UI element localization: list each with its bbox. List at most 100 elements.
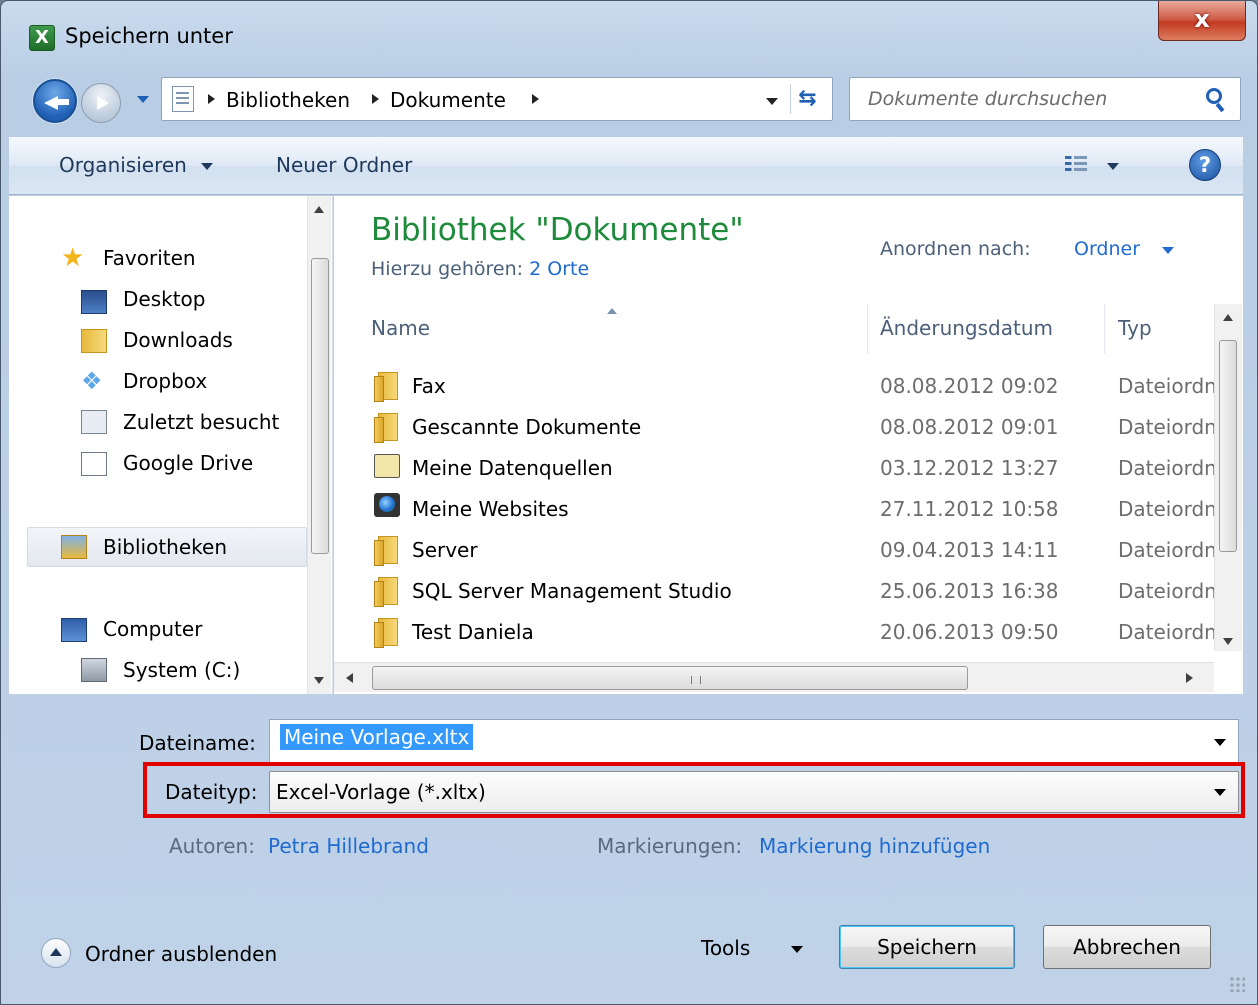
- resize-grip-icon[interactable]: [1229, 976, 1245, 992]
- file-name: Test Daniela: [412, 620, 534, 644]
- file-date: 27.11.2012 10:58: [880, 497, 1059, 521]
- arrange-by-label: Anordnen nach:: [880, 238, 1031, 260]
- scroll-up-icon[interactable]: [1223, 314, 1233, 321]
- table-row[interactable]: Test Daniela 20.06.2013 09:50 Dateiordne…: [334, 612, 1214, 652]
- authors-field[interactable]: Petra Hillebrand: [268, 834, 429, 858]
- downloads-icon: [81, 329, 107, 353]
- nav-item-system-drive[interactable]: System (C:): [123, 658, 240, 682]
- table-row[interactable]: SQL Server Management Studio 25.06.2013 …: [334, 571, 1214, 611]
- table-row[interactable]: Server 09.04.2013 14:11 Dateiordner: [334, 530, 1214, 570]
- excel-icon: X: [29, 25, 55, 51]
- search-icon[interactable]: [1206, 88, 1222, 104]
- file-date: 03.12.2012 13:27: [880, 456, 1059, 480]
- column-divider[interactable]: [1104, 304, 1105, 354]
- tags-label: Markierungen:: [597, 834, 743, 858]
- dropbox-icon: ❖: [81, 367, 103, 395]
- nav-item-recent[interactable]: Zuletzt besucht: [123, 410, 279, 434]
- file-list-scrollbar[interactable]: [1214, 304, 1242, 651]
- scroll-down-icon[interactable]: [314, 677, 324, 684]
- nav-item-dropbox[interactable]: Dropbox: [123, 369, 207, 393]
- chevron-down-icon[interactable]: [201, 163, 213, 170]
- save-as-dialog: X Speichern unter x Bibliotheken Dokumen…: [0, 0, 1258, 1005]
- save-button[interactable]: Speichern: [839, 925, 1015, 969]
- file-date: 08.08.2012 09:01: [880, 415, 1059, 439]
- file-date: 20.06.2013 09:50: [880, 620, 1059, 644]
- column-header-name[interactable]: Name: [371, 316, 430, 340]
- scroll-down-icon[interactable]: [1223, 638, 1233, 645]
- chevron-down-icon[interactable]: [1107, 163, 1119, 170]
- web-folder-icon: [374, 493, 400, 517]
- sort-ascending-icon: [607, 308, 617, 314]
- scroll-thumb[interactable]: [1219, 340, 1237, 552]
- nav-item-computer[interactable]: Computer: [103, 617, 202, 641]
- organize-button[interactable]: Organisieren: [59, 153, 187, 177]
- scroll-right-icon[interactable]: [1186, 673, 1193, 683]
- address-dropdown-icon[interactable]: [766, 98, 778, 105]
- hide-folders-button[interactable]: Ordner ausblenden: [85, 942, 277, 966]
- refresh-icon[interactable]: ⇆: [790, 84, 824, 114]
- chevron-up-icon[interactable]: [41, 938, 71, 968]
- column-header-type[interactable]: Typ: [1118, 316, 1152, 340]
- search-input[interactable]: Dokumente durchsuchen: [868, 88, 1107, 110]
- folder-icon: [374, 372, 400, 402]
- breadcrumb-separator-icon[interactable]: [372, 94, 379, 104]
- arrange-by-dropdown[interactable]: Ordner: [1074, 238, 1140, 260]
- scroll-thumb[interactable]: [311, 258, 329, 554]
- file-name: Meine Websites: [412, 497, 569, 521]
- file-name: Meine Datenquellen: [412, 456, 613, 480]
- file-date: 08.08.2012 09:02: [880, 374, 1059, 398]
- file-type: Dateiordner: [1118, 538, 1214, 562]
- breadcrumb-separator-icon[interactable]: [208, 94, 215, 104]
- forward-arrow-icon[interactable]: [81, 83, 121, 123]
- table-row[interactable]: Fax 08.08.2012 09:02 Dateiordner: [334, 366, 1214, 406]
- nav-scrollbar[interactable]: [307, 196, 331, 694]
- back-arrow-icon[interactable]: [33, 79, 77, 123]
- new-folder-button[interactable]: Neuer Ordner: [276, 153, 412, 177]
- includes-link[interactable]: 2 Orte: [529, 258, 589, 280]
- breadcrumb-libraries[interactable]: Bibliotheken: [226, 88, 350, 112]
- nav-item-downloads[interactable]: Downloads: [123, 328, 233, 352]
- tags-field[interactable]: Markierung hinzufügen: [759, 834, 990, 858]
- filename-field[interactable]: Meine Vorlage.xltx: [269, 719, 1239, 763]
- file-type: Dateiordner: [1118, 620, 1214, 644]
- nav-item-favorites[interactable]: Favoriten: [103, 246, 196, 270]
- view-options-icon[interactable]: [1065, 156, 1087, 174]
- table-row[interactable]: Gescannte Dokumente 08.08.2012 09:01 Dat…: [334, 407, 1214, 447]
- scroll-thumb[interactable]: [372, 666, 968, 690]
- file-type: Dateiordner: [1118, 456, 1214, 480]
- nav-item-desktop[interactable]: Desktop: [123, 287, 205, 311]
- help-icon[interactable]: ?: [1189, 149, 1221, 181]
- breadcrumb-separator-icon[interactable]: [532, 94, 539, 104]
- file-name: SQL Server Management Studio: [412, 579, 732, 603]
- file-type: Dateiordner: [1118, 415, 1214, 439]
- navigation-pane: ★ Favoriten Desktop Downloads ❖ Dropbox …: [9, 196, 333, 694]
- nav-item-libraries[interactable]: Bibliotheken: [103, 535, 227, 559]
- address-bar[interactable]: Bibliotheken Dokumente ⇆: [161, 77, 833, 121]
- libraries-icon: [61, 535, 87, 559]
- file-date: 25.06.2013 16:38: [880, 579, 1059, 603]
- chevron-down-icon[interactable]: [791, 946, 803, 953]
- horizontal-scrollbar[interactable]: [334, 662, 1214, 692]
- cancel-button[interactable]: Abbrechen: [1043, 925, 1211, 969]
- nav-item-google-drive[interactable]: Google Drive: [123, 451, 253, 475]
- recent-locations-dropdown[interactable]: [137, 96, 149, 103]
- chevron-down-icon[interactable]: [1214, 739, 1226, 746]
- column-divider[interactable]: [867, 304, 868, 354]
- scroll-up-icon[interactable]: [314, 206, 324, 213]
- breadcrumb-documents[interactable]: Dokumente: [390, 88, 506, 112]
- scroll-left-icon[interactable]: [346, 673, 353, 683]
- highlight-frame: [143, 762, 1245, 818]
- command-bar: Organisieren Neuer Ordner ?: [9, 137, 1243, 195]
- search-box[interactable]: Dokumente durchsuchen: [849, 77, 1241, 121]
- tools-button[interactable]: Tools: [701, 936, 750, 960]
- table-row[interactable]: Meine Datenquellen 03.12.2012 13:27 Date…: [334, 448, 1214, 488]
- chevron-down-icon[interactable]: [1162, 247, 1174, 254]
- includes-label: Hierzu gehören:: [371, 258, 524, 280]
- folder-icon: [374, 618, 400, 648]
- column-header-date[interactable]: Änderungsdatum: [880, 316, 1053, 340]
- table-row[interactable]: Meine Websites 27.11.2012 10:58 Dateiord…: [334, 489, 1214, 529]
- filename-input[interactable]: Meine Vorlage.xltx: [280, 724, 474, 750]
- file-list-pane: Bibliothek "Dokumente" Hierzu gehören: 2…: [334, 196, 1243, 694]
- close-button[interactable]: x: [1158, 1, 1246, 41]
- folder-icon: [374, 536, 400, 566]
